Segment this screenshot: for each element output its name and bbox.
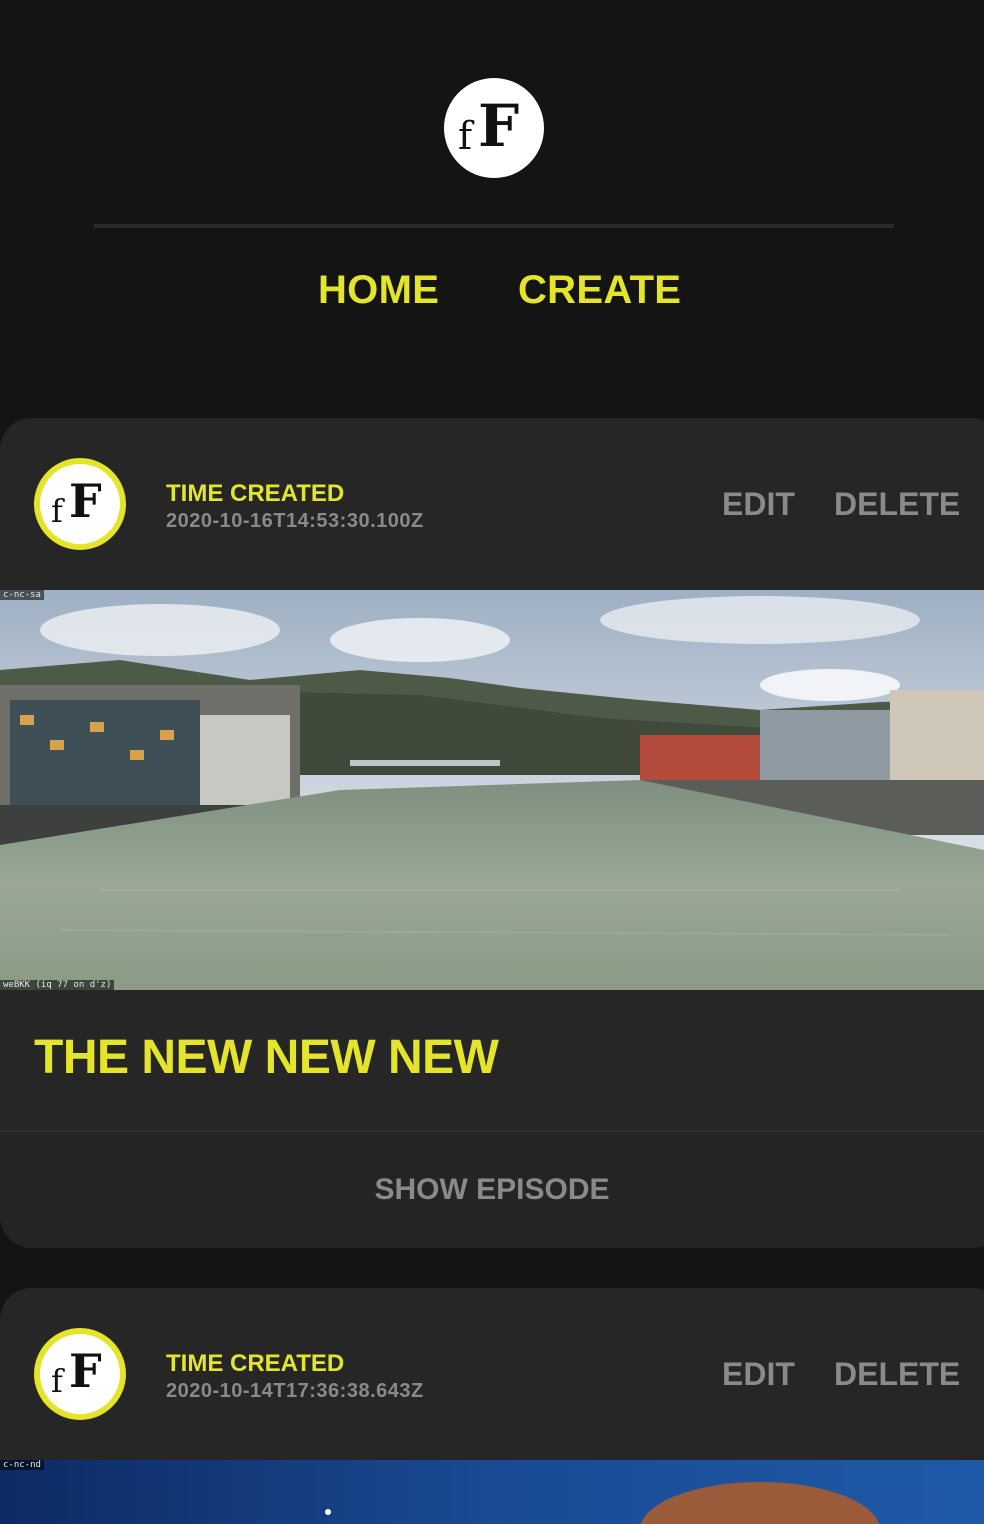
- avatar-letter-small: f: [51, 492, 63, 530]
- credit-watermark: weBKK (iq 77 on d'z): [0, 980, 115, 990]
- nav-home-link[interactable]: HOME: [318, 268, 439, 313]
- nav-divider: [94, 224, 894, 228]
- logo-letter-big: F: [478, 92, 520, 160]
- edit-button[interactable]: EDIT: [722, 486, 795, 523]
- license-watermark: c-nc-sa: [0, 590, 44, 600]
- delete-button[interactable]: DELETE: [834, 1356, 960, 1393]
- brand-logo[interactable]: f F: [444, 78, 544, 178]
- avatar-letter-big: F: [69, 1344, 102, 1398]
- time-created-label: TIME CREATED: [166, 480, 345, 507]
- logo-letter-small: f: [458, 114, 473, 158]
- license-watermark: c-nc-nd: [0, 1460, 44, 1470]
- avatar: f F: [34, 1328, 126, 1420]
- time-created-value: 2020-10-14T17:36:38.643Z: [166, 1380, 424, 1402]
- show-episode-button[interactable]: SHOW EPISODE: [0, 1173, 984, 1207]
- avatar: f F: [34, 458, 126, 550]
- card-header: f F TIME CREATED 2020-10-14T17:36:38.643…: [0, 1288, 984, 1460]
- episode-card: f F TIME CREATED 2020-10-14T17:36:38.643…: [0, 1288, 984, 1524]
- avatar-letter-small: f: [51, 1362, 63, 1400]
- episode-card: f F TIME CREATED 2020-10-16T14:53:30.100…: [0, 418, 984, 1248]
- episode-image: c-nc-sa weBKK (iq 77 on d'z): [0, 590, 984, 990]
- river-cityscape-image: [0, 590, 984, 990]
- nav-create-link[interactable]: CREATE: [518, 268, 681, 313]
- episode-title: THE NEW NEW NEW: [34, 1031, 499, 1084]
- edit-button[interactable]: EDIT: [722, 1356, 795, 1393]
- night-sky-image: [0, 1460, 984, 1524]
- show-episode-row: SHOW EPISODE: [0, 1130, 984, 1248]
- time-created-value: 2020-10-16T14:53:30.100Z: [166, 510, 424, 532]
- card-header: f F TIME CREATED 2020-10-16T14:53:30.100…: [0, 418, 984, 590]
- episode-image: c-nc-nd: [0, 1460, 984, 1524]
- time-created-label: TIME CREATED: [166, 1350, 345, 1377]
- top-navigation: f F HOME CREATE: [0, 0, 984, 392]
- delete-button[interactable]: DELETE: [834, 486, 960, 523]
- avatar-letter-big: F: [69, 474, 102, 528]
